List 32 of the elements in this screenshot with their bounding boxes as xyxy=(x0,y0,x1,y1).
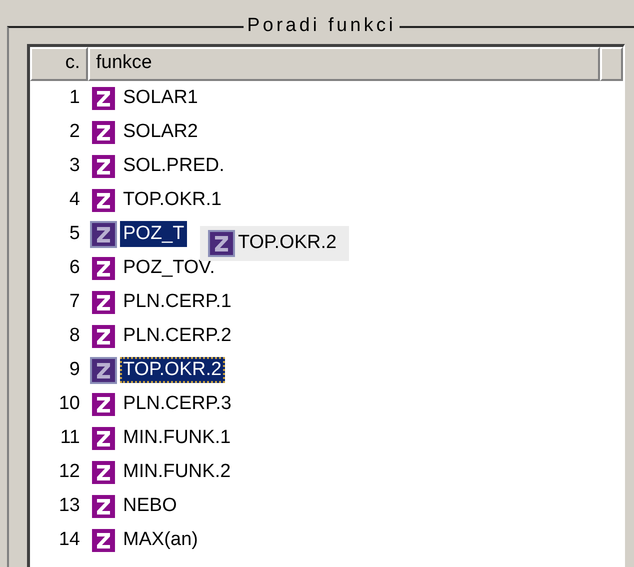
row-number: 6 xyxy=(68,256,81,280)
row-number: 12 xyxy=(58,460,81,484)
row-number: 5 xyxy=(68,222,81,246)
row-number: 7 xyxy=(68,290,81,314)
function-item[interactable]: MIN.FUNK.1 xyxy=(120,425,234,451)
function-item[interactable]: SOLAR2 xyxy=(120,119,201,145)
row-number: 3 xyxy=(68,154,81,178)
function-item[interactable]: POZ_TOV. xyxy=(120,255,218,281)
function-item[interactable]: PLN.CERP.3 xyxy=(120,391,234,417)
function-item[interactable]: PLN.CERP.2 xyxy=(120,323,234,349)
function-item[interactable]: POZ_T xyxy=(120,221,188,247)
function-item[interactable]: SOL.PRED. xyxy=(120,153,228,179)
row-number: 13 xyxy=(58,494,81,518)
row-number: 9 xyxy=(68,358,81,382)
row-number: 14 xyxy=(58,528,81,552)
function-item[interactable]: TOP.OKR.2 xyxy=(120,357,225,383)
function-item[interactable]: PLN.CERP.1 xyxy=(120,289,234,315)
function-item[interactable]: MAX(an) xyxy=(120,527,201,553)
drag-label: TOP.OKR.2 xyxy=(238,231,337,255)
row-number: 1 xyxy=(68,86,81,110)
function-item[interactable]: TOP.OKR.1 xyxy=(120,187,225,213)
row-number: 10 xyxy=(58,392,81,416)
column-header[interactable]: funkce xyxy=(88,47,600,81)
row-number: 11 xyxy=(59,426,81,450)
function-item[interactable]: SOLAR1 xyxy=(120,85,201,111)
z-icon xyxy=(210,232,233,255)
function-item[interactable]: MIN.FUNK.2 xyxy=(120,459,234,485)
function-item[interactable]: NEBO xyxy=(120,493,180,519)
row-number: 8 xyxy=(68,324,81,348)
row-number: 4 xyxy=(68,188,81,212)
column-header[interactable]: c. xyxy=(30,47,88,81)
row-number: 2 xyxy=(68,120,81,144)
